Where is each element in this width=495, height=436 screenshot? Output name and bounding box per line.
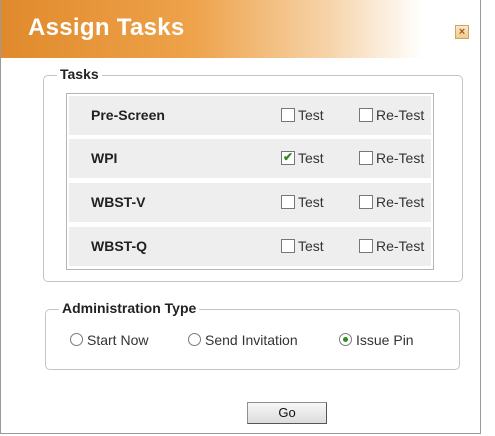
retest-label: Re-Test [376, 238, 425, 254]
radio-label-start-now: Start Now [87, 332, 149, 348]
retest-checkbox[interactable] [359, 195, 373, 209]
test-label: Test [298, 194, 324, 210]
task-row-pre-screen: Pre-Screen Test Re-Test [69, 96, 431, 135]
test-label: Test [298, 107, 324, 123]
checkmark-icon: ✔ [282, 150, 294, 164]
retest-checkbox[interactable] [359, 108, 373, 122]
retest-label: Re-Test [376, 107, 425, 123]
tasks-legend: Tasks [57, 66, 102, 82]
test-checkbox[interactable] [281, 195, 295, 209]
radio-start-now[interactable] [70, 333, 83, 346]
radio-selected-dot [343, 337, 348, 342]
radio-send-invitation[interactable] [188, 333, 201, 346]
task-row-wbst-v: WBST-V Test Re-Test [69, 183, 431, 222]
assign-tasks-dialog: Assign Tasks × Tasks Pre-Screen Test Re-… [0, 0, 481, 434]
task-row-wbst-q: WBST-Q Test Re-Test [69, 227, 431, 266]
administration-type-group: Administration Type Start Now Send Invit… [45, 300, 460, 370]
task-label: WPI [91, 150, 118, 166]
test-checkbox[interactable] [281, 108, 295, 122]
retest-label: Re-Test [376, 194, 425, 210]
task-label: Pre-Screen [91, 107, 165, 123]
dialog-header: Assign Tasks × [1, 0, 480, 58]
task-row-wpi: WPI ✔ Test Re-Test [69, 139, 431, 178]
radio-label-send-invitation: Send Invitation [205, 332, 298, 348]
retest-checkbox[interactable] [359, 151, 373, 165]
tasks-group: Tasks Pre-Screen Test Re-Test WPI ✔ Test… [43, 66, 463, 282]
administration-legend: Administration Type [59, 300, 200, 316]
radio-issue-pin[interactable] [339, 333, 352, 346]
test-checkbox[interactable]: ✔ [281, 150, 295, 165]
task-label: WBST-V [91, 194, 146, 210]
test-label: Test [298, 150, 324, 166]
test-checkbox[interactable] [281, 239, 295, 253]
tasks-table: Pre-Screen Test Re-Test WPI ✔ Test Re-Te… [66, 93, 434, 270]
task-label: WBST-Q [91, 238, 147, 254]
go-button[interactable]: Go [247, 402, 327, 424]
radio-label-issue-pin: Issue Pin [356, 332, 414, 348]
test-label: Test [298, 238, 324, 254]
retest-label: Re-Test [376, 150, 425, 166]
close-icon[interactable]: × [455, 25, 469, 39]
retest-checkbox[interactable] [359, 239, 373, 253]
dialog-title: Assign Tasks [28, 14, 185, 41]
